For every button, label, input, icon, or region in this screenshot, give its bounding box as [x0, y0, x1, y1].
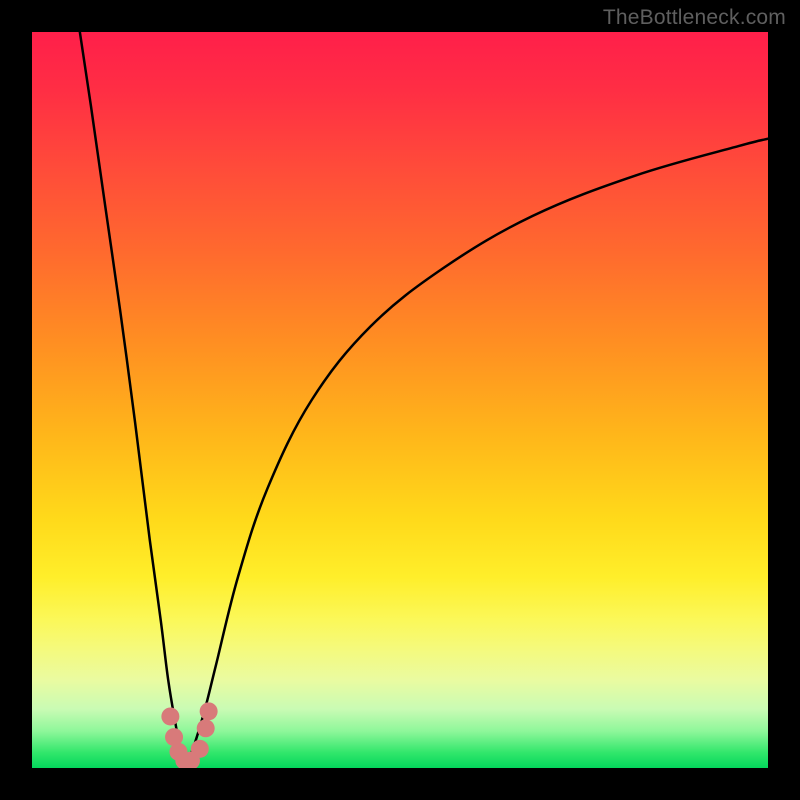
plot-area	[32, 32, 768, 768]
watermark-text: TheBottleneck.com	[603, 6, 786, 30]
chart-frame: TheBottleneck.com	[0, 0, 800, 800]
curve-left-branch	[80, 32, 187, 764]
curve-right-branch	[187, 139, 768, 765]
data-marker	[200, 702, 218, 720]
chart-svg	[32, 32, 768, 768]
marker-group	[161, 702, 217, 768]
data-marker	[197, 719, 215, 737]
data-marker	[191, 740, 209, 758]
data-marker	[161, 707, 179, 725]
